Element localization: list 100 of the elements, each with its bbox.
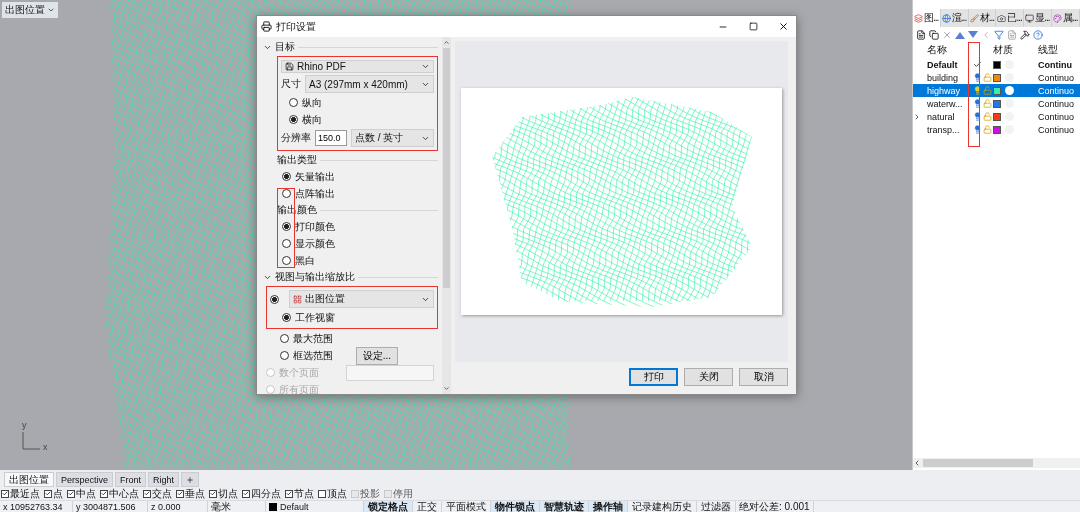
lightbulb-icon[interactable] xyxy=(973,99,982,108)
settings-button[interactable]: 设定... xyxy=(355,346,398,365)
dialog-button[interactable]: 打印 xyxy=(629,368,678,386)
checkbox[interactable] xyxy=(143,489,151,498)
radio-button[interactable] xyxy=(282,189,291,198)
layer-name[interactable]: Default xyxy=(927,59,973,70)
status-toggle[interactable]: 操作轴 xyxy=(589,500,628,512)
osnap-label: 点 xyxy=(53,486,63,501)
radio-label: 所有页面 xyxy=(279,382,319,394)
material-circle[interactable] xyxy=(1005,86,1014,95)
layer-name[interactable]: highway xyxy=(927,85,973,96)
scroll-up-icon[interactable] xyxy=(443,39,450,46)
checkbox[interactable] xyxy=(1,489,9,498)
radio-button[interactable] xyxy=(282,222,291,231)
status-toggle[interactable]: 正交 xyxy=(413,500,442,512)
down-triangle-icon[interactable] xyxy=(968,31,978,39)
radio-button[interactable] xyxy=(289,98,298,107)
view-dropdown[interactable]: 出图位置 xyxy=(289,290,434,308)
layer-row[interactable]: highway Continuo xyxy=(913,84,1080,97)
panel-tab[interactable]: 图... xyxy=(913,9,941,27)
radio-button[interactable] xyxy=(270,294,279,304)
filter-icon[interactable] xyxy=(994,30,1004,40)
layer-row[interactable]: transp... Continuo xyxy=(913,123,1080,136)
up-triangle-icon[interactable] xyxy=(955,31,965,39)
linetype-cell[interactable]: Continuo xyxy=(1038,85,1080,96)
linetype-cell[interactable]: Continuo xyxy=(1038,124,1080,135)
layer-name[interactable]: building xyxy=(927,72,973,83)
status-toggle[interactable]: 记录建构历史 xyxy=(628,500,697,512)
status-toggle[interactable]: 物件锁点 xyxy=(491,500,540,512)
dialog-button[interactable]: 取消 xyxy=(739,368,788,386)
panel-tab[interactable]: 渲... xyxy=(940,9,969,27)
hammer-icon[interactable] xyxy=(1020,30,1030,40)
view-tab[interactable]: 出图位置 xyxy=(4,472,54,487)
units-label[interactable]: 毫米 xyxy=(208,500,266,512)
checkbox[interactable] xyxy=(100,489,108,498)
osnap-label: 四分点 xyxy=(251,486,281,501)
unit-dropdown[interactable]: 点数 / 英寸 xyxy=(351,129,434,147)
status-toggle[interactable]: 锁定格点 xyxy=(364,500,413,512)
scroll-down-icon[interactable] xyxy=(443,385,450,392)
current-layer[interactable]: Default xyxy=(280,500,309,512)
lightbulb-icon[interactable] xyxy=(973,73,982,82)
layer-name[interactable]: transp... xyxy=(927,124,973,135)
checkbox[interactable] xyxy=(67,489,75,498)
dialog-button[interactable]: 关闭 xyxy=(684,368,733,386)
panel-tab[interactable]: 已... xyxy=(996,9,1025,27)
checkbox[interactable] xyxy=(285,489,293,498)
radio-button[interactable] xyxy=(282,172,291,181)
layer-name[interactable]: waterw... xyxy=(927,98,973,109)
dropdown-caret-icon[interactable] xyxy=(47,6,55,14)
color-swatch[interactable] xyxy=(993,112,1001,121)
checkbox[interactable] xyxy=(318,489,326,498)
osnap-label: 垂点 xyxy=(185,486,205,501)
color-swatch[interactable] xyxy=(993,125,1001,134)
color-swatch[interactable] xyxy=(993,73,1001,82)
size-dropdown[interactable]: A3 (297mm x 420mm) xyxy=(305,75,434,93)
resolution-field[interactable]: 150.0 xyxy=(315,130,347,146)
lightbulb-icon[interactable] xyxy=(973,86,982,95)
copy-icon[interactable] xyxy=(929,30,939,40)
layer-row[interactable]: building Continuo xyxy=(913,71,1080,84)
radio-button[interactable] xyxy=(282,256,291,265)
radio-button[interactable] xyxy=(289,115,298,124)
panel-tab[interactable]: 属... xyxy=(1052,9,1080,27)
scrollbar[interactable] xyxy=(913,458,1080,468)
layer-row[interactable]: Default Continu xyxy=(913,58,1080,71)
checkbox[interactable] xyxy=(176,489,184,498)
layer-name[interactable]: natural xyxy=(927,111,973,122)
scroll-left-icon[interactable] xyxy=(913,459,921,467)
column-header: 名称 xyxy=(927,43,948,57)
checkbox[interactable] xyxy=(44,489,52,498)
color-swatch[interactable] xyxy=(993,86,1001,95)
panel-tab[interactable]: 材... xyxy=(968,9,997,27)
panel-tab[interactable]: 显... xyxy=(1024,9,1053,27)
camera-icon xyxy=(997,13,1007,23)
expand-icon[interactable] xyxy=(913,112,921,121)
layer-row[interactable]: natural Continuo xyxy=(913,110,1080,123)
view-tab[interactable]: Right xyxy=(148,472,180,487)
lightbulb-icon[interactable] xyxy=(973,112,982,121)
layer-row[interactable]: waterw... Continuo xyxy=(913,97,1080,110)
printer-dropdown[interactable]: Rhino PDF xyxy=(281,60,434,73)
radio-button[interactable] xyxy=(282,239,291,248)
radio-button[interactable] xyxy=(280,334,289,343)
linetype-cell[interactable]: Continu xyxy=(1038,59,1080,70)
radio-button[interactable] xyxy=(282,313,291,322)
checkbox[interactable] xyxy=(209,489,217,498)
scrollbar[interactable] xyxy=(442,37,451,394)
view-tab[interactable]: Perspective xyxy=(56,472,114,487)
linetype-cell[interactable]: Continuo xyxy=(1038,98,1080,109)
linetype-cell[interactable]: Continuo xyxy=(1038,72,1080,83)
column-header: 材质 xyxy=(993,43,1014,57)
status-toggle[interactable]: 智慧轨迹 xyxy=(540,500,589,512)
osnap-label: 顶点 xyxy=(327,486,347,501)
color-swatch[interactable] xyxy=(993,60,1001,69)
lightbulb-icon[interactable] xyxy=(973,125,982,134)
checkbox[interactable] xyxy=(242,489,250,498)
radio-button[interactable] xyxy=(280,351,289,360)
new-layer-icon[interactable] xyxy=(916,30,926,40)
linetype-cell[interactable]: Continuo xyxy=(1038,111,1080,122)
color-swatch[interactable] xyxy=(993,99,1001,108)
view-tab[interactable]: Front xyxy=(115,472,147,487)
status-toggle[interactable]: 过滤器 xyxy=(697,500,736,512)
